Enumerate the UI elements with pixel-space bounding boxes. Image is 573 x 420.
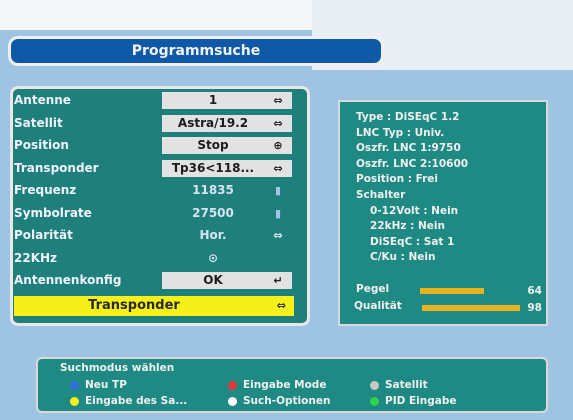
page-title-text: Programmsuche xyxy=(131,43,261,59)
legend-label: PID Eingabe xyxy=(385,395,457,407)
info-schalter: Schalter xyxy=(356,188,406,201)
pegel-label: Pegel xyxy=(356,283,390,295)
row-antennenkonfig[interactable]: Antennenkonfig OK ↵ xyxy=(14,270,306,293)
info-lnc-2: Oszfr. LNC 2:10600 xyxy=(356,157,469,170)
qualitat-meter xyxy=(422,305,522,311)
qualitat-meter-fill xyxy=(422,305,520,311)
green-button-icon xyxy=(370,396,379,406)
left-right-arrows-icon: ⇔ xyxy=(264,159,292,177)
info-lnc-typ: LNC Typ : Univ. xyxy=(356,126,445,139)
row-label: 22KHz xyxy=(14,250,58,265)
row-antenne[interactable]: Antenne 1 ⇔ xyxy=(14,90,306,113)
info-type: Type : DiSEqC 1.2 xyxy=(356,111,460,123)
polaritat-value[interactable]: Hor. xyxy=(162,227,264,244)
row-label: Antennenkonfig xyxy=(14,273,122,287)
pegel-meter xyxy=(420,288,520,294)
settings-list: Antenne 1 ⇔ Satellit Astra/19.2 ⇔ Positi… xyxy=(14,90,306,293)
row-label: Frequenz xyxy=(14,183,77,197)
legend-neu-tp[interactable]: Neu TP xyxy=(70,379,127,391)
legend-pid-eingabe[interactable]: PID Eingabe xyxy=(370,395,456,407)
legend-eingabe-mode[interactable]: Eingabe Mode xyxy=(228,379,326,391)
search-mode-title: Suchmodus wählen xyxy=(60,362,175,374)
row-22khz[interactable]: 22KHz ⊙ xyxy=(14,248,306,271)
info-lnc-1: Oszfr. LNC 1:9750 xyxy=(356,142,461,155)
gray-button-icon xyxy=(370,380,379,390)
row-label: Position xyxy=(14,138,69,152)
row-position[interactable]: Position Stop ⊕ xyxy=(14,135,306,158)
row-label: Satellit xyxy=(14,115,63,130)
row-label: Symbolrate xyxy=(14,205,92,220)
transponder-value[interactable]: Tp36<118... xyxy=(162,159,264,177)
left-right-arrows-icon: ⇔ xyxy=(276,299,286,312)
legend-eingabe-des-sa[interactable]: Eingabe des Sa... xyxy=(70,395,187,407)
satellit-value[interactable]: Astra/19.2 xyxy=(162,114,264,132)
transponder-button-label: Transponder xyxy=(88,298,180,313)
legend-satellit[interactable]: Satellit xyxy=(370,379,428,391)
ok-circle-icon: ⊕ xyxy=(264,137,292,154)
legend-label: Eingabe des Sa... xyxy=(85,395,188,407)
transponder-button[interactable]: Transponder ⇔ xyxy=(14,296,294,316)
row-indicator xyxy=(264,250,292,267)
info-22khz: 22kHz : Nein xyxy=(370,220,445,233)
position-value[interactable]: Stop xyxy=(162,137,264,154)
enter-icon: ↵ xyxy=(264,272,292,289)
numeric-input-icon: ▮ xyxy=(274,206,282,220)
page-title: Programmsuche xyxy=(8,36,384,66)
left-right-arrows-icon: ⇔ xyxy=(264,92,292,109)
row-label: Polarität xyxy=(14,228,73,242)
legend-label: Eingabe Mode xyxy=(243,379,327,391)
antennenkonfig-ok-button[interactable]: OK xyxy=(162,272,264,289)
pegel-meter-fill xyxy=(420,288,484,294)
row-label: Antenne xyxy=(14,93,71,107)
antenna-info-text: Type : DiSEqC 1.2 LNC Typ : Univ. Oszfr.… xyxy=(356,110,468,266)
row-satellit[interactable]: Satellit Astra/19.2 ⇔ xyxy=(14,113,306,136)
left-right-arrows-icon: ⇔ xyxy=(264,114,292,132)
legend-such-optionen[interactable]: Such-Optionen xyxy=(228,395,330,407)
row-symbolrate[interactable]: Symbolrate 27500 ▮ xyxy=(14,203,306,226)
qualitat-label: Qualität xyxy=(354,300,402,312)
qualitat-value: 98 xyxy=(527,302,542,314)
yellow-button-icon xyxy=(70,396,79,406)
info-0-12volt: 0-12Volt : Nein xyxy=(370,204,459,217)
row-label: Transponder xyxy=(14,160,99,175)
blue-button-icon xyxy=(70,380,79,390)
white-button-icon xyxy=(228,396,237,406)
symbolrate-value[interactable]: 27500 xyxy=(162,205,264,222)
numeric-input-icon: ▮ xyxy=(274,184,282,197)
legend-label: Satellit xyxy=(385,379,428,391)
row-transponder[interactable]: Transponder Tp36<118... ⇔ xyxy=(14,158,306,181)
info-position: Position : Frei xyxy=(356,173,438,186)
frequenz-value[interactable]: 11835 xyxy=(162,182,264,199)
antenne-value[interactable]: 1 xyxy=(162,92,264,109)
legend-label: Such-Optionen xyxy=(243,395,331,407)
info-c-ku: C/Ku : Nein xyxy=(370,251,436,264)
pegel-value: 64 xyxy=(527,285,542,297)
left-right-arrows-icon: ⇔ xyxy=(273,229,283,242)
row-polaritat[interactable]: Polarität Hor. ⇔ xyxy=(14,225,306,248)
toggle-circle-icon[interactable]: ⊙ xyxy=(162,250,264,267)
red-button-icon xyxy=(228,380,237,390)
row-frequenz[interactable]: Frequenz 11835 ▮ xyxy=(14,180,306,203)
info-diseqc: DiSEqC : Sat 1 xyxy=(370,235,455,248)
legend-label: Neu TP xyxy=(85,379,127,391)
